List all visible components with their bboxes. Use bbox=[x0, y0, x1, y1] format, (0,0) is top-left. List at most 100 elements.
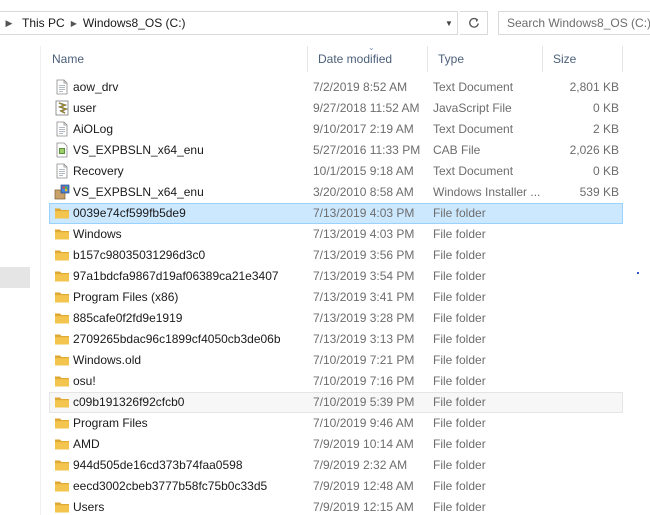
file-list-item[interactable]: user 9/27/2018 11:52 AM JavaScript File 0 K… bbox=[49, 98, 623, 119]
file-date-modified: 7/9/2019 12:15 AM bbox=[313, 500, 414, 514]
file-type: Text Document bbox=[433, 80, 514, 94]
crumb-separator-icon[interactable]: ▶ bbox=[69, 19, 79, 28]
file-size bbox=[548, 435, 619, 454]
file-list-item[interactable]: osu! 7/10/2019 7:16 PM File folder bbox=[49, 371, 623, 392]
file-list-item[interactable]: 97a1bdcfa9867d19af06389ca21e3407 7/13/201… bbox=[49, 266, 623, 287]
column-header-date-label: Date modified bbox=[318, 52, 393, 66]
folder-icon bbox=[54, 247, 70, 263]
column-header-name[interactable]: Name bbox=[41, 46, 307, 72]
search-input[interactable]: Search Windows8_OS (C:) bbox=[498, 11, 650, 35]
file-size: 0 KB bbox=[592, 101, 619, 115]
file-date-modified: 7/13/2019 3:13 PM bbox=[313, 332, 415, 346]
file-type: File folder bbox=[433, 458, 486, 472]
file-date-modified: 7/13/2019 3:54 PM bbox=[313, 269, 415, 283]
file-list-item[interactable]: AiOLog 9/10/2017 2:19 AM Text Document 2 KB bbox=[49, 119, 623, 140]
address-bar[interactable]: ▶ This PC ▶ Windows8_OS (C:) bbox=[0, 11, 458, 35]
file-type: Windows Installer ... bbox=[433, 185, 541, 199]
file-list-item[interactable]: AMD 7/9/2019 10:14 AM File folder bbox=[49, 434, 623, 455]
column-header-type-label: Type bbox=[438, 52, 465, 66]
file-name: Recovery bbox=[73, 164, 124, 178]
file-date-modified: 7/10/2019 9:46 AM bbox=[313, 416, 414, 430]
file-name: VS_EXPBSLN_x64_enu bbox=[73, 185, 204, 199]
nav-selected-item[interactable] bbox=[0, 267, 30, 288]
cab-file-icon bbox=[54, 142, 70, 158]
file-list-item[interactable]: Windows.old 7/10/2019 7:21 PM File folder bbox=[49, 350, 623, 371]
file-name: Program Files bbox=[73, 416, 148, 430]
file-type: File folder bbox=[433, 479, 486, 493]
column-divider[interactable] bbox=[622, 46, 623, 72]
file-name: AiOLog bbox=[73, 122, 114, 136]
file-type: File folder bbox=[433, 269, 486, 283]
file-name: Users bbox=[73, 500, 105, 514]
file-name: VS_EXPBSLN_x64_enu bbox=[73, 143, 204, 157]
folder-icon bbox=[54, 394, 70, 410]
file-list-item[interactable]: VS_EXPBSLN_x64_enu 5/27/2016 11:33 PM CAB … bbox=[49, 140, 623, 161]
file-type: File folder bbox=[433, 248, 486, 262]
file-name: Windows.old bbox=[73, 353, 142, 367]
file-size: 2 KB bbox=[592, 122, 619, 136]
folder-icon bbox=[54, 436, 70, 452]
folder-icon bbox=[54, 457, 70, 473]
file-date-modified: 7/13/2019 4:03 PM bbox=[313, 227, 415, 241]
file-date-modified: 7/9/2019 10:14 AM bbox=[313, 437, 414, 451]
refresh-button[interactable] bbox=[460, 11, 488, 35]
folder-icon bbox=[54, 415, 70, 431]
file-list-item[interactable]: Recovery 10/1/2015 9:18 AM Text Document 0 … bbox=[49, 161, 623, 182]
file-size: 2,801 KB bbox=[569, 80, 619, 94]
cursor-dot bbox=[637, 272, 639, 274]
crumb-separator-icon[interactable]: ▶ bbox=[0, 12, 18, 34]
file-list-item[interactable]: 0039e74cf599fb5de9 7/13/2019 4:03 PM File … bbox=[49, 203, 623, 224]
file-date-modified: 7/10/2019 5:39 PM bbox=[313, 395, 415, 409]
file-size bbox=[548, 456, 619, 475]
folder-icon bbox=[54, 289, 70, 305]
file-type: File folder bbox=[433, 311, 486, 325]
column-header-size[interactable]: Size bbox=[542, 46, 622, 72]
file-date-modified: 7/13/2019 4:03 PM bbox=[313, 206, 415, 220]
file-date-modified: 10/1/2015 9:18 AM bbox=[313, 164, 414, 178]
file-size bbox=[548, 351, 619, 370]
file-list-item[interactable]: eecd3002cbeb3777b58fc75b0c33d5 7/9/2019 1… bbox=[49, 476, 623, 497]
file-date-modified: 7/9/2019 2:32 AM bbox=[313, 458, 408, 472]
breadcrumb-this-pc[interactable]: This PC bbox=[18, 16, 69, 30]
file-date-modified: 7/9/2019 12:48 AM bbox=[313, 479, 414, 493]
folder-icon bbox=[54, 268, 70, 284]
file-list-item[interactable]: Program Files (x86) 7/13/2019 3:41 PM File… bbox=[49, 287, 623, 308]
column-header-type[interactable]: Type bbox=[427, 46, 542, 72]
file-list-item[interactable]: Program Files 7/10/2019 9:46 AM File folde… bbox=[49, 413, 623, 434]
file-list-item[interactable]: c09b191326f92cfcb0 7/10/2019 5:39 PM File … bbox=[49, 392, 623, 413]
file-size bbox=[548, 372, 619, 391]
file-list-item[interactable]: aow_drv 7/2/2019 8:52 AM Text Document 2,80… bbox=[49, 77, 623, 98]
file-list-item[interactable]: VS_EXPBSLN_x64_enu 3/20/2010 8:58 AM Windo… bbox=[49, 182, 623, 203]
file-size bbox=[548, 267, 619, 286]
file-type: File folder bbox=[433, 500, 486, 514]
file-list-item[interactable]: 885cafe0f2fd9e1919 7/13/2019 3:28 PM File … bbox=[49, 308, 623, 329]
file-list-item[interactable]: Windows 7/13/2019 4:03 PM File folder bbox=[49, 224, 623, 245]
file-name: 0039e74cf599fb5de9 bbox=[73, 206, 186, 220]
file-date-modified: 7/13/2019 3:56 PM bbox=[313, 248, 415, 262]
column-header-name-label: Name bbox=[52, 52, 85, 66]
file-date-modified: 7/10/2019 7:16 PM bbox=[313, 374, 415, 388]
file-size bbox=[548, 498, 619, 515]
file-list-item[interactable]: Users 7/9/2019 12:15 AM File folder bbox=[49, 497, 623, 515]
file-list-item[interactable]: 944d505de16cd373b74faa0598 7/9/2019 2:32 … bbox=[49, 455, 623, 476]
address-history-dropdown-icon[interactable]: ▼ bbox=[441, 13, 457, 33]
file-name: aow_drv bbox=[73, 80, 119, 94]
breadcrumb-drive[interactable]: Windows8_OS (C:) bbox=[79, 16, 190, 30]
pane-divider[interactable] bbox=[40, 46, 41, 515]
file-name: AMD bbox=[73, 437, 100, 451]
file-name: osu! bbox=[73, 374, 96, 388]
file-size bbox=[548, 393, 619, 412]
text-document-icon bbox=[54, 121, 70, 137]
file-size bbox=[548, 246, 619, 265]
file-date-modified: 7/2/2019 8:52 AM bbox=[313, 80, 408, 94]
file-type: Text Document bbox=[433, 122, 514, 136]
file-date-modified: 9/27/2018 11:52 AM bbox=[313, 101, 420, 115]
file-name: 944d505de16cd373b74faa0598 bbox=[73, 458, 243, 472]
column-headers: Name Date modified ⌄ Type Size bbox=[41, 43, 650, 72]
file-list-item[interactable]: 2709265bdac96c1899cf4050cb3de06b 7/13/201… bbox=[49, 329, 623, 350]
file-name: 97a1bdcfa9867d19af06389ca21e3407 bbox=[73, 269, 279, 283]
file-list-item[interactable]: b157c98035031296d3c0 7/13/2019 3:56 PM Fil… bbox=[49, 245, 623, 266]
file-size bbox=[548, 288, 619, 307]
navigation-pane[interactable] bbox=[0, 46, 40, 515]
column-header-date[interactable]: Date modified bbox=[307, 46, 427, 72]
